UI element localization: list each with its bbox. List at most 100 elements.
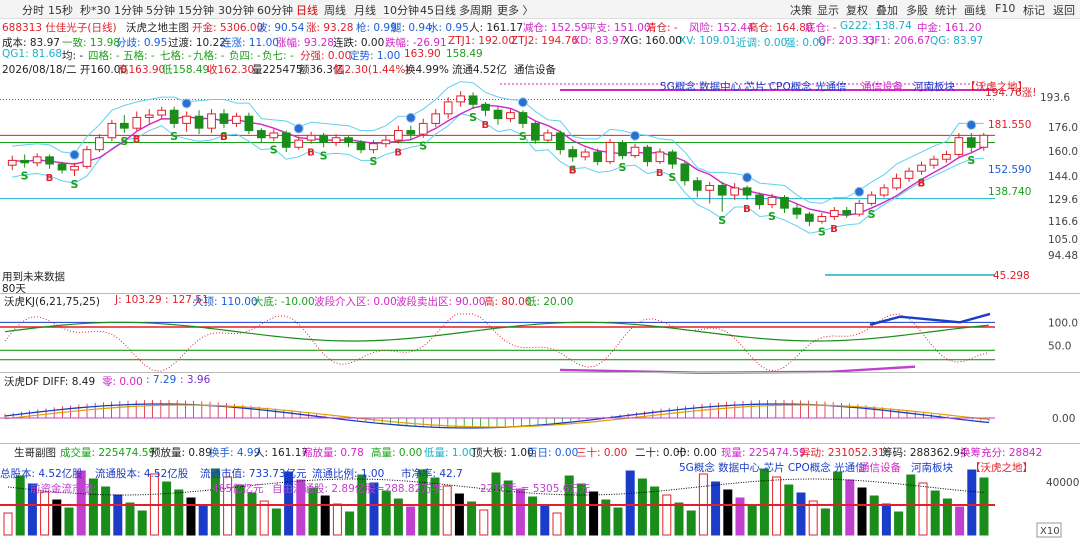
toolbar-button-7[interactable]: F10: [995, 2, 1015, 15]
candle[interactable]: [7, 155, 17, 170]
candle[interactable]: [917, 161, 926, 175]
candle[interactable]: [506, 109, 515, 123]
candle[interactable]: [182, 111, 191, 132]
candle[interactable]: [306, 131, 316, 144]
candle[interactable]: [207, 109, 216, 133]
period-tab-13[interactable]: 多周期: [459, 2, 492, 18]
candle[interactable]: [618, 140, 627, 160]
candle[interactable]: [942, 150, 951, 163]
period-tab-12[interactable]: 45日线: [420, 2, 456, 18]
toolbar-button-1[interactable]: 显示: [817, 2, 839, 18]
candle[interactable]: [568, 146, 578, 162]
candle[interactable]: [32, 153, 42, 167]
candle[interactable]: [580, 148, 590, 161]
candle[interactable]: [356, 140, 366, 154]
candle[interactable]: [730, 183, 740, 200]
toolbar-button-9[interactable]: 返回: [1053, 2, 1075, 18]
candle[interactable]: [742, 185, 752, 200]
candle[interactable]: [269, 129, 279, 142]
candle[interactable]: [842, 206, 852, 218]
candle[interactable]: [755, 192, 764, 210]
period-tab-14[interactable]: 更多 〉: [497, 2, 534, 18]
volume-chart[interactable]: 总股本: 4.52亿股 流通股本: 4.52亿股 流通市值: 733.73亿元 流通比…: [0, 457, 1080, 539]
period-tab-7[interactable]: 60分钟: [257, 2, 293, 18]
candle[interactable]: [892, 173, 901, 191]
candle[interactable]: [680, 161, 690, 186]
candle[interactable]: [867, 191, 877, 206]
candle[interactable]: [232, 112, 241, 127]
candle[interactable]: [443, 97, 453, 119]
period-tab-10[interactable]: 月线: [354, 2, 376, 18]
candle[interactable]: [20, 154, 30, 168]
candle[interactable]: [45, 154, 54, 169]
toolbar-button-6[interactable]: 画线: [964, 2, 986, 18]
candle[interactable]: [119, 115, 129, 133]
period-tab-3[interactable]: 1分钟: [114, 2, 143, 18]
candle[interactable]: [169, 106, 179, 129]
candle[interactable]: [817, 212, 827, 224]
row1-item-9: 减仓: 152.59: [523, 22, 588, 34]
candle[interactable]: [805, 211, 814, 227]
candle[interactable]: [82, 146, 92, 169]
candle[interactable]: [70, 162, 79, 176]
toolbar-button-5[interactable]: 统计: [935, 2, 957, 18]
candle[interactable]: [780, 195, 789, 213]
candle[interactable]: [468, 92, 478, 110]
toolbar-button-0[interactable]: 决策: [790, 2, 812, 18]
candle[interactable]: [281, 130, 291, 153]
candle[interactable]: [543, 129, 553, 143]
candle[interactable]: [344, 135, 353, 148]
candle[interactable]: [668, 149, 677, 169]
candle[interactable]: [792, 204, 802, 219]
row4-item-4: 量225475: [252, 64, 303, 76]
candle[interactable]: [854, 199, 864, 217]
candle[interactable]: [705, 181, 715, 204]
period-tab-0[interactable]: 分时: [22, 2, 44, 18]
candle[interactable]: [717, 181, 727, 212]
candle[interactable]: [319, 132, 328, 148]
candle[interactable]: [518, 110, 528, 129]
candle[interactable]: [954, 132, 964, 157]
candle[interactable]: [331, 134, 341, 147]
candle[interactable]: [904, 167, 914, 182]
period-tab-9[interactable]: 周线: [324, 2, 346, 18]
period-tab-11[interactable]: 10分钟: [383, 2, 419, 18]
df-indicator-chart[interactable]: 0.00: [0, 386, 1080, 444]
candle[interactable]: [107, 119, 117, 142]
candle[interactable]: [605, 138, 615, 164]
period-tab-8[interactable]: 日线: [296, 2, 318, 18]
candle[interactable]: [630, 143, 640, 159]
candle[interactable]: [829, 206, 839, 221]
candle[interactable]: [493, 106, 503, 125]
candle[interactable]: [381, 135, 391, 148]
candle[interactable]: [555, 130, 565, 155]
candle[interactable]: [194, 110, 204, 135]
period-tab-6[interactable]: 30分钟: [218, 2, 254, 18]
candle[interactable]: [431, 109, 441, 127]
toolbar-button-2[interactable]: 复权: [846, 2, 868, 18]
candle[interactable]: [531, 121, 540, 144]
candle[interactable]: [95, 134, 104, 153]
candle[interactable]: [244, 112, 254, 135]
candle[interactable]: [692, 177, 702, 198]
candle[interactable]: [144, 109, 154, 124]
candle[interactable]: [655, 148, 665, 164]
candle[interactable]: [481, 101, 490, 117]
candle[interactable]: [929, 155, 939, 169]
candle[interactable]: [456, 91, 465, 107]
candle[interactable]: [879, 184, 889, 198]
candle[interactable]: [643, 144, 652, 167]
candle[interactable]: [157, 106, 167, 119]
candle[interactable]: [219, 109, 229, 129]
toolbar-button-8[interactable]: 标记: [1023, 2, 1045, 18]
period-tab-1[interactable]: 15秒: [48, 2, 73, 18]
toolbar-button-4[interactable]: 多股: [906, 2, 928, 18]
candle[interactable]: [132, 111, 142, 131]
period-tab-5[interactable]: 15分钟: [178, 2, 214, 18]
toolbar-button-3[interactable]: 叠加: [876, 2, 898, 18]
main-candlestick-chart[interactable]: S B SS B S SBS B S SBSSBSSB S B SSBSS BSSBS194.76涨! 1…: [0, 76, 1080, 294]
candle[interactable]: [256, 128, 266, 143]
volume-bar: [247, 492, 257, 536]
period-tab-4[interactable]: 5分钟: [146, 2, 175, 18]
period-tab-2[interactable]: 秒*30: [80, 2, 111, 18]
